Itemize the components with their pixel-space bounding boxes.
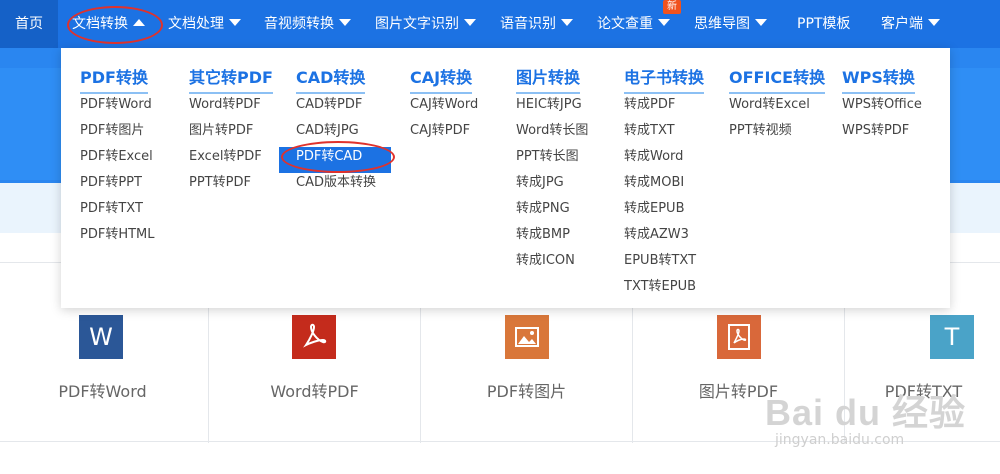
top-nav: 首页 文档转换 文档处理 音视频转换 图片文字识别 语音识别 论文查重 思维导图… xyxy=(0,0,1000,48)
nav-label: 音视频转换 xyxy=(264,16,334,32)
txt-file-icon: T xyxy=(930,315,974,359)
menu-item[interactable]: 转成EPUB xyxy=(624,199,696,225)
chevron-down-icon xyxy=(561,19,573,26)
nav-label: 客户端 xyxy=(881,16,923,32)
menu-item-selected[interactable]: PDF转CAD xyxy=(279,147,391,173)
column-title: 电子书转换 xyxy=(624,64,705,94)
doc-convert-dropdown: PDF转换 PDF转Word PDF转图片 PDF转Excel PDF转PPT … xyxy=(61,48,950,308)
nav-label: 论文查重 xyxy=(597,16,653,32)
menu-item[interactable]: CAJ转Word xyxy=(410,95,478,121)
menu-item[interactable]: 转成TXT xyxy=(624,121,696,147)
chevron-down-icon xyxy=(658,19,670,26)
tool-card-label: 图片转PDF xyxy=(698,382,779,401)
column-title: WPS转换 xyxy=(842,64,915,94)
menu-item[interactable]: PPT转长图 xyxy=(516,147,588,173)
tool-card-label: PDF转Word xyxy=(58,382,147,401)
menu-item[interactable]: PPT转视频 xyxy=(729,121,810,147)
nav-mindmap[interactable]: 思维导图 xyxy=(694,0,767,48)
menu-item[interactable]: 转成MOBI xyxy=(624,173,696,199)
column-title: CAJ转换 xyxy=(410,64,473,94)
nav-plagiarism[interactable]: 论文查重 xyxy=(597,0,670,48)
menu-item[interactable]: CAD版本转换 xyxy=(296,173,391,199)
menu-item[interactable]: EPUB转TXT xyxy=(624,251,696,277)
menu-item[interactable]: 转成PNG xyxy=(516,199,588,225)
nav-client[interactable]: 客户端 xyxy=(881,0,940,48)
chevron-up-icon xyxy=(133,19,145,26)
nav-label: 文档处理 xyxy=(168,16,224,32)
new-badge: 新 xyxy=(663,0,681,14)
nav-audio-video[interactable]: 音视频转换 xyxy=(264,0,351,48)
menu-item[interactable]: WPS转Office xyxy=(842,95,922,121)
nav-label: 思维导图 xyxy=(694,16,750,32)
tool-card-label: PDF转TXT xyxy=(884,382,963,401)
nav-label: 语音识别 xyxy=(500,16,556,32)
tool-card-label: Word转PDF xyxy=(270,382,359,401)
menu-item[interactable]: PDF转图片 xyxy=(80,121,155,147)
divider xyxy=(0,441,1000,442)
menu-item[interactable]: 转成AZW3 xyxy=(624,225,696,251)
menu-item[interactable]: HEIC转JPG xyxy=(516,95,588,121)
menu-item[interactable]: PDF转Word xyxy=(80,95,155,121)
nav-label: 文档转换 xyxy=(72,16,128,32)
tool-card-label: PDF转图片 xyxy=(486,382,567,401)
nav-label: PPT模板 xyxy=(797,16,851,32)
menu-item[interactable]: CAD转PDF xyxy=(296,95,391,121)
column-title: OFFICE转换 xyxy=(729,64,826,94)
menu-item[interactable]: 转成Word xyxy=(624,147,696,173)
menu-item[interactable]: Excel转PDF xyxy=(189,147,262,173)
menu-item[interactable]: PDF转PPT xyxy=(80,173,155,199)
menu-item[interactable]: CAD转JPG xyxy=(296,121,391,147)
nav-doc-convert[interactable]: 文档转换 xyxy=(72,0,145,48)
menu-item[interactable]: 转成BMP xyxy=(516,225,588,251)
nav-doc-process[interactable]: 文档处理 xyxy=(168,0,241,48)
chevron-down-icon xyxy=(339,19,351,26)
menu-item[interactable]: 图片转PDF xyxy=(189,121,262,147)
menu-item[interactable]: Word转Excel xyxy=(729,95,810,121)
menu-item[interactable]: CAJ转PDF xyxy=(410,121,478,147)
menu-item[interactable]: PPT转PDF xyxy=(189,173,262,199)
menu-item[interactable]: PDF转Excel xyxy=(80,147,155,173)
menu-item[interactable]: 转成PDF xyxy=(624,95,696,121)
menu-item[interactable]: 转成ICON xyxy=(516,251,588,277)
column-title: PDF转换 xyxy=(80,64,148,94)
menu-item[interactable]: TXT转EPUB xyxy=(624,277,696,303)
nav-label: 图片文字识别 xyxy=(375,16,459,32)
nav-home[interactable]: 首页 xyxy=(0,0,58,48)
pdf-file-icon xyxy=(717,315,761,359)
nav-ppt-template[interactable]: PPT模板 xyxy=(797,0,850,48)
menu-item[interactable]: Word转长图 xyxy=(516,121,588,147)
chevron-down-icon xyxy=(755,19,767,26)
word-doc-icon: W xyxy=(79,315,123,359)
menu-item[interactable]: WPS转PDF xyxy=(842,121,922,147)
menu-item[interactable]: Word转PDF xyxy=(189,95,262,121)
pdf-acrobat-icon xyxy=(292,315,336,359)
nav-speech[interactable]: 语音识别 xyxy=(500,0,573,48)
nav-ocr[interactable]: 图片文字识别 xyxy=(375,0,476,48)
column-title: 其它转PDF xyxy=(189,64,273,94)
column-title: CAD转换 xyxy=(296,64,366,94)
nav-home-label: 首页 xyxy=(15,16,43,32)
chevron-down-icon xyxy=(229,19,241,26)
chevron-down-icon xyxy=(928,19,940,26)
menu-item[interactable]: PDF转TXT xyxy=(80,199,155,225)
menu-item[interactable]: PDF转HTML xyxy=(80,225,155,251)
chevron-down-icon xyxy=(464,19,476,26)
column-title: 图片转换 xyxy=(516,64,581,94)
image-icon xyxy=(505,315,549,359)
menu-item[interactable]: 转成JPG xyxy=(516,173,588,199)
